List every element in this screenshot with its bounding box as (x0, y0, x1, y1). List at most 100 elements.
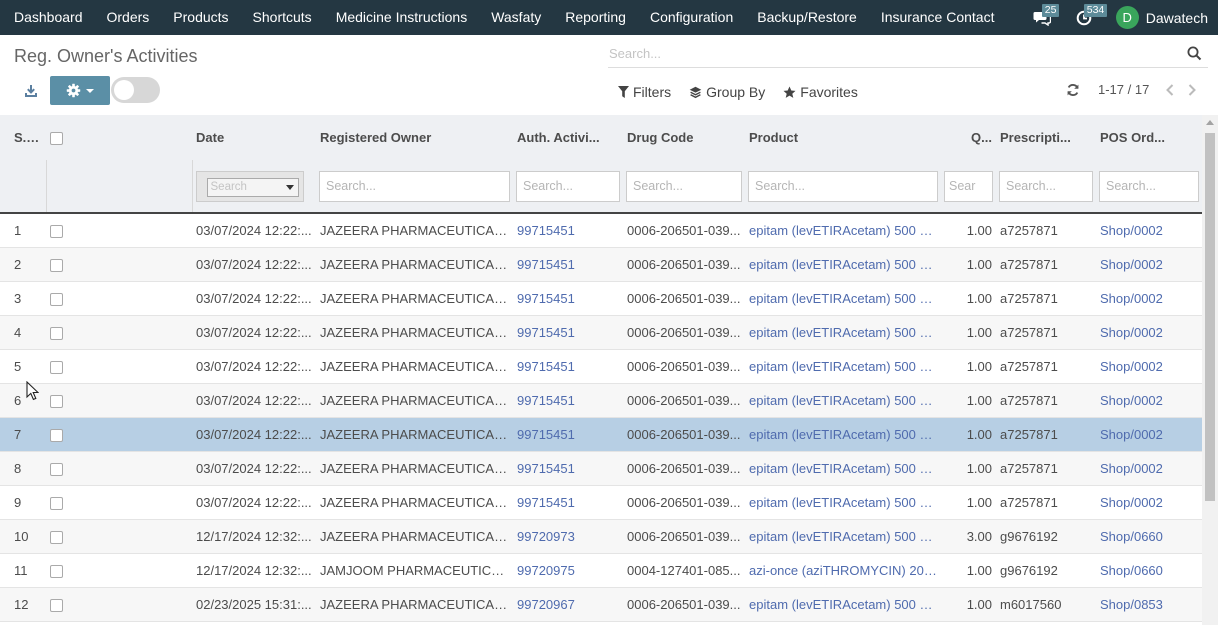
cell-sno[interactable]: 1 (0, 213, 46, 248)
cell-auth[interactable]: 99715451 (513, 247, 623, 282)
cell-product[interactable]: epitam (levETIRAcetam) 500 M... (745, 519, 941, 554)
cell-qty[interactable]: 1.00 (941, 553, 996, 588)
cell-drug-code[interactable]: 0006-206501-039... (623, 383, 745, 418)
cell-product[interactable]: epitam (levETIRAcetam) 500 M... (745, 281, 941, 316)
pager-next-button[interactable] (1185, 83, 1199, 96)
download-icon[interactable] (22, 82, 40, 100)
cell-pos[interactable]: Shop/0002 (1096, 485, 1202, 520)
chat-button[interactable]: 25 (1024, 0, 1060, 35)
cell-qty[interactable]: 1.00 (941, 417, 996, 452)
cell-prescription[interactable]: m6017560 (996, 587, 1096, 622)
row-checkbox[interactable] (50, 462, 63, 476)
row-checkbox[interactable] (50, 360, 63, 374)
col-header-date[interactable]: Date (192, 115, 316, 160)
cell-owner[interactable]: JAZEERA PHARMACEUTICAL IN... (316, 281, 513, 316)
cell-product[interactable]: epitam (levETIRAcetam) 500 M... (745, 485, 941, 520)
nav-item-configuration[interactable]: Configuration (638, 0, 745, 35)
cell-auth[interactable]: 99715451 (513, 485, 623, 520)
cell-prescription[interactable]: a7257871 (996, 417, 1096, 452)
cell-qty[interactable]: 1.00 (941, 349, 996, 384)
cell-prescription[interactable]: a7257871 (996, 383, 1096, 418)
cell-prescription[interactable]: a7257871 (996, 315, 1096, 350)
favorites-button[interactable]: Favorites (783, 84, 858, 100)
cell-pos[interactable]: Shop/0002 (1096, 451, 1202, 486)
cell-auth[interactable]: 99715451 (513, 417, 623, 452)
select-all-checkbox[interactable] (50, 132, 63, 146)
nav-item-reporting[interactable]: Reporting (553, 0, 638, 35)
nav-item-wasfaty[interactable]: Wasfaty (479, 0, 553, 35)
cell-qty[interactable]: 1.00 (941, 587, 996, 622)
cell-sno[interactable]: 12 (0, 587, 46, 622)
col-header-quantity[interactable]: Q... (941, 115, 996, 160)
cell-drug-code[interactable]: 0006-206501-039... (623, 519, 745, 554)
row-checkbox[interactable] (50, 428, 63, 442)
cell-auth[interactable]: 99715451 (513, 349, 623, 384)
cell-sno[interactable]: 10 (0, 519, 46, 554)
actions-gear-button[interactable] (50, 76, 110, 105)
cell-drug-code[interactable]: 0006-206501-039... (623, 587, 745, 622)
table-row[interactable]: 9 03/07/2024 12:22:... JAZEERA PHARMACEUTI… (0, 485, 1202, 520)
cell-pos[interactable]: Shop/0002 (1096, 383, 1202, 418)
cell-date[interactable]: 03/07/2024 12:22:... (192, 485, 316, 520)
cell-owner[interactable]: JAZEERA PHARMACEUTICAL IN... (316, 451, 513, 486)
user-menu[interactable]: D Dawatech (1115, 6, 1208, 29)
cell-drug-code[interactable]: 0006-206501-039... (623, 451, 745, 486)
cell-sno[interactable]: 5 (0, 349, 46, 384)
cell-pos[interactable]: Shop/0002 (1096, 247, 1202, 282)
cell-prescription[interactable]: a7257871 (996, 213, 1096, 248)
nav-item-medicine-instructions[interactable]: Medicine Instructions (324, 0, 480, 35)
cell-qty[interactable]: 1.00 (941, 383, 996, 418)
col-header-sno[interactable]: S.No (0, 115, 46, 160)
pager-previous-button[interactable] (1163, 83, 1177, 96)
owner-filter-input[interactable] (319, 170, 510, 202)
table-row[interactable]: 3 03/07/2024 12:22:... JAZEERA PHARMACEUTI… (0, 281, 1202, 316)
cell-date[interactable]: 03/07/2024 12:22:... (192, 349, 316, 384)
cell-auth[interactable]: 99715451 (513, 315, 623, 350)
filters-button[interactable]: Filters (618, 84, 671, 100)
cell-auth[interactable]: 99720973 (513, 519, 623, 554)
table-row[interactable]: 12 02/23/2025 15:31:... JAZEERA PHARMACEUT… (0, 587, 1202, 622)
cell-drug-code[interactable]: 0006-206501-039... (623, 281, 745, 316)
table-row[interactable]: 11 12/17/2024 12:32:... JAMJOOM PHARMACEUT… (0, 553, 1202, 588)
row-checkbox[interactable] (50, 224, 63, 238)
cell-drug-code[interactable]: 0004-127401-085... (623, 553, 745, 588)
cell-owner[interactable]: JAZEERA PHARMACEUTICAL IN... (316, 587, 513, 622)
cell-prescription[interactable]: a7257871 (996, 247, 1096, 282)
group-by-button[interactable]: Group By (689, 84, 765, 100)
cell-date[interactable]: 12/17/2024 12:32:... (192, 553, 316, 588)
cell-qty[interactable]: 1.00 (941, 315, 996, 350)
cell-pos[interactable]: Shop/0002 (1096, 315, 1202, 350)
cell-prescription[interactable]: a7257871 (996, 281, 1096, 316)
row-checkbox[interactable] (50, 292, 63, 306)
cell-auth[interactable]: 99720967 (513, 587, 623, 622)
cell-sno[interactable]: 7 (0, 417, 46, 452)
cell-product[interactable]: epitam (levETIRAcetam) 500 M... (745, 213, 941, 248)
search-icon[interactable] (1187, 46, 1202, 61)
cell-auth[interactable]: 99715451 (513, 383, 623, 418)
nav-item-insurance-contact[interactable]: Insurance Contact (869, 0, 1007, 35)
cell-product[interactable]: epitam (levETIRAcetam) 500 M... (745, 349, 941, 384)
qty-filter-input[interactable] (944, 170, 993, 202)
cell-product[interactable]: epitam (levETIRAcetam) 500 M... (745, 587, 941, 622)
cell-owner[interactable]: JAMJOOM PHARMACEUTICALS... (316, 553, 513, 588)
cell-owner[interactable]: JAZEERA PHARMACEUTICAL IN... (316, 519, 513, 554)
table-row[interactable]: 1 03/07/2024 12:22:... JAZEERA PHARMACEUTI… (0, 213, 1202, 248)
row-checkbox[interactable] (50, 598, 63, 612)
cell-pos[interactable]: Shop/0002 (1096, 349, 1202, 384)
cell-pos[interactable]: Shop/0002 (1096, 281, 1202, 316)
col-header-drug-code[interactable]: Drug Code (623, 115, 745, 160)
cell-prescription[interactable]: g9676192 (996, 519, 1096, 554)
cell-qty[interactable]: 1.00 (941, 485, 996, 520)
cell-prescription[interactable]: a7257871 (996, 485, 1096, 520)
cell-date[interactable]: 03/07/2024 12:22:... (192, 417, 316, 452)
cell-product[interactable]: epitam (levETIRAcetam) 500 M... (745, 315, 941, 350)
cell-prescription[interactable]: a7257871 (996, 349, 1096, 384)
table-row[interactable]: 7 03/07/2024 12:22:... JAZEERA PHARMACEUTI… (0, 417, 1202, 452)
cell-pos[interactable]: Shop/0002 (1096, 417, 1202, 452)
table-row[interactable]: 5 03/07/2024 12:22:... JAZEERA PHARMACEUTI… (0, 349, 1202, 384)
pager-value[interactable]: 1-17 / 17 (1098, 82, 1149, 97)
cell-sno[interactable]: 9 (0, 485, 46, 520)
cell-owner[interactable]: JAZEERA PHARMACEUTICAL IN... (316, 247, 513, 282)
cell-sno[interactable]: 3 (0, 281, 46, 316)
cell-auth[interactable]: 99715451 (513, 281, 623, 316)
